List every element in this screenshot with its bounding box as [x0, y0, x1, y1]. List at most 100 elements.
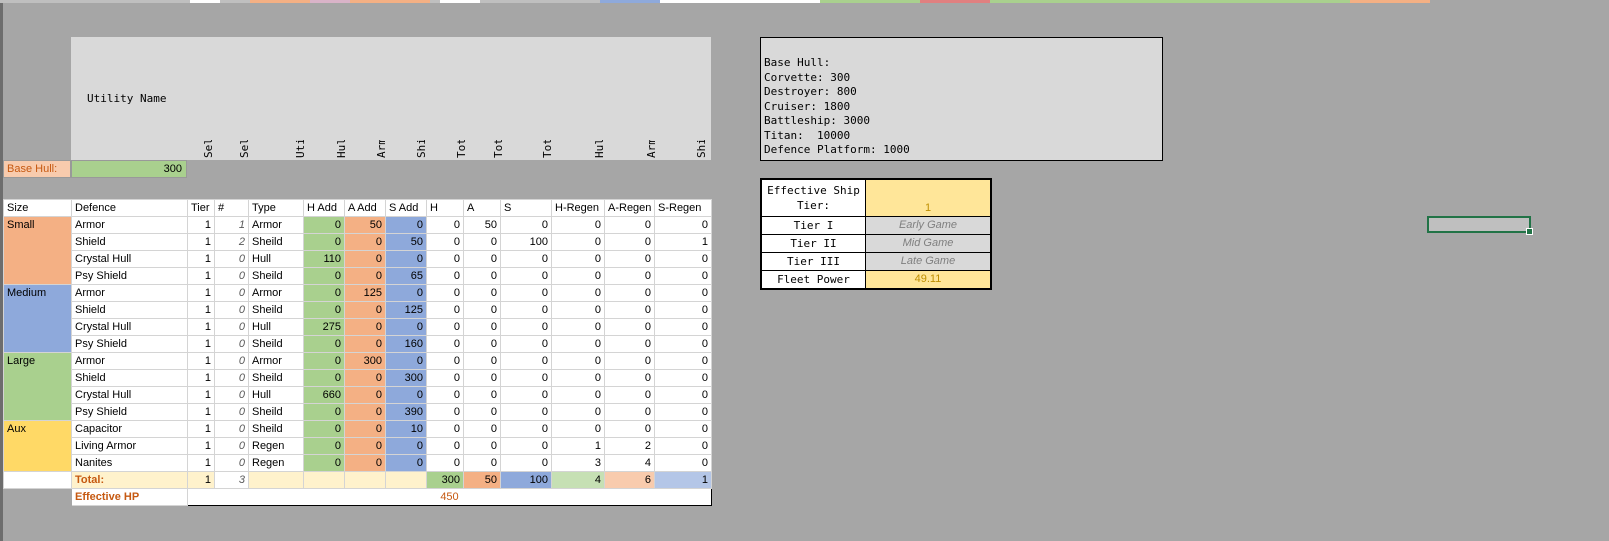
cell--[interactable]: 1 — [214, 216, 249, 234]
cell-tier[interactable]: 1 — [187, 437, 215, 455]
cell-tier[interactable]: 1 — [187, 352, 215, 370]
total-row: Total: 1 3 300 50 100 4 6 1 — [3, 471, 712, 489]
cell-h-add: 110 — [303, 250, 345, 268]
cell-s-add: 0 — [385, 250, 427, 268]
cell-a: 0 — [463, 318, 501, 336]
cell-s-add: 390 — [385, 403, 427, 421]
cell-tier[interactable]: 1 — [187, 403, 215, 421]
cell-a-add: 0 — [344, 369, 386, 387]
cell--[interactable]: 0 — [214, 318, 249, 336]
fleet-power-value: 49.11 — [865, 270, 991, 289]
column-header-vertical: Armor Regen — [643, 140, 661, 158]
cell--[interactable]: 0 — [214, 403, 249, 421]
cell--[interactable]: 0 — [214, 267, 249, 285]
cell-h-regen: 0 — [551, 250, 605, 268]
selected-cell[interactable] — [1427, 216, 1533, 235]
defence-name: Capacitor — [71, 420, 188, 438]
effective-hp-value: 450 — [187, 488, 712, 506]
cell-tier[interactable]: 1 — [187, 267, 215, 285]
cell-a: 0 — [463, 437, 501, 455]
effective-hp-row: Effective HP 450 — [3, 488, 712, 506]
base-hull-value[interactable]: 300 — [71, 160, 187, 178]
column-header-vertical: Select Utility Co — [236, 140, 254, 158]
cell--[interactable]: 0 — [214, 454, 249, 472]
cell-a-regen: 0 — [604, 284, 655, 302]
cell-type: Sheild — [248, 335, 304, 353]
cell-a: 0 — [463, 403, 501, 421]
table-row: Aux Capacitor 1 0 Sheild 0 0 10 0 0 0 0 0 0 — [3, 420, 712, 472]
total-hregen: 4 — [551, 471, 605, 489]
cell-s: 0 — [500, 386, 552, 404]
column-header-vertical: Utility type — [292, 140, 310, 158]
defence-name: Shield — [71, 233, 188, 251]
defence-name: Armor — [71, 352, 188, 370]
table-row: Shield 1 0 Sheild 0 0 125 0 0 0 0 0 0 — [4, 301, 712, 319]
cell--[interactable]: 0 — [214, 437, 249, 455]
defence-name: Living Armor — [71, 437, 188, 455]
cell-s: 0 — [500, 301, 552, 319]
defence-name: Psy Shield — [71, 335, 188, 353]
cell-s: 0 — [500, 250, 552, 268]
defence-name: Crystal Hull — [71, 318, 188, 336]
cell-tier[interactable]: 1 — [187, 233, 215, 251]
fill-handle[interactable] — [1526, 228, 1533, 235]
cell-tier[interactable]: 1 — [187, 216, 215, 234]
cell--[interactable]: 0 — [214, 335, 249, 353]
cell-h: 0 — [426, 301, 464, 319]
cell-tier[interactable]: 1 — [187, 454, 215, 472]
cell-s: 100 — [500, 233, 552, 251]
table-row: Crystal Hull 1 0 Hull 110 0 0 0 0 0 0 0 0 — [4, 250, 712, 268]
cell-h: 0 — [426, 420, 464, 438]
cell-a-regen: 0 — [604, 301, 655, 319]
cell-tier[interactable]: 1 — [187, 386, 215, 404]
cell-h: 0 — [426, 216, 464, 234]
cell--[interactable]: 0 — [214, 420, 249, 438]
cell--[interactable]: 0 — [214, 386, 249, 404]
cell--[interactable]: 2 — [214, 233, 249, 251]
total-label: Total: — [71, 471, 188, 489]
cell-tier[interactable]: 1 — [187, 301, 215, 319]
cell-s: 0 — [500, 369, 552, 387]
cell-a-add: 0 — [344, 420, 386, 438]
fleet-power-label: Fleet Power — [761, 270, 866, 289]
table-row: Large Armor 1 0 Armor 0 300 0 0 0 0 0 0 0 — [3, 352, 712, 421]
total-aregen: 6 — [604, 471, 655, 489]
cell-type: Hull — [248, 250, 304, 268]
cell--[interactable]: 0 — [214, 369, 249, 387]
cell-tier[interactable]: 1 — [187, 318, 215, 336]
column-header: S — [500, 199, 552, 217]
cell-type: Sheild — [248, 301, 304, 319]
cell-a-regen: 0 — [604, 403, 655, 421]
table-row: Psy Shield 1 0 Sheild 0 0 390 0 0 0 0 0 0 — [4, 403, 712, 421]
cell-tier[interactable]: 1 — [187, 284, 215, 302]
notes-line: Titan: 10000 — [764, 128, 851, 142]
cell-h-add: 0 — [303, 267, 345, 285]
cell-tier[interactable]: 1 — [187, 335, 215, 353]
defence-table: Size Defence Tier # Type H Add A Add S Add H A S H-… — [3, 199, 712, 506]
cell-h-add: 0 — [303, 454, 345, 472]
cell-h: 0 — [426, 250, 464, 268]
cell--[interactable]: 0 — [214, 284, 249, 302]
cell-a-regen: 0 — [604, 250, 655, 268]
total-a: 50 — [463, 471, 501, 489]
cell--[interactable]: 0 — [214, 301, 249, 319]
cell-h-add: 0 — [303, 233, 345, 251]
total-aadd — [344, 471, 386, 489]
cell-h: 0 — [426, 386, 464, 404]
cell-h-regen: 0 — [551, 352, 605, 370]
effective-ship-tier-value[interactable]: 1 — [865, 179, 991, 217]
cell-s-regen: 0 — [654, 352, 712, 370]
cell--[interactable]: 0 — [214, 352, 249, 370]
cell-h-regen: 0 — [551, 369, 605, 387]
cell-tier[interactable]: 1 — [187, 369, 215, 387]
cell-a-add: 0 — [344, 437, 386, 455]
cell-a: 0 — [463, 420, 501, 438]
cell-tier[interactable]: 1 — [187, 420, 215, 438]
cell-s-add: 0 — [385, 386, 427, 404]
cell-tier[interactable]: 1 — [187, 250, 215, 268]
cell-type: Regen — [248, 454, 304, 472]
cell-s: 0 — [500, 216, 552, 234]
cell-h: 0 — [426, 318, 464, 336]
cell--[interactable]: 0 — [214, 250, 249, 268]
total-tier: 1 — [187, 471, 215, 489]
